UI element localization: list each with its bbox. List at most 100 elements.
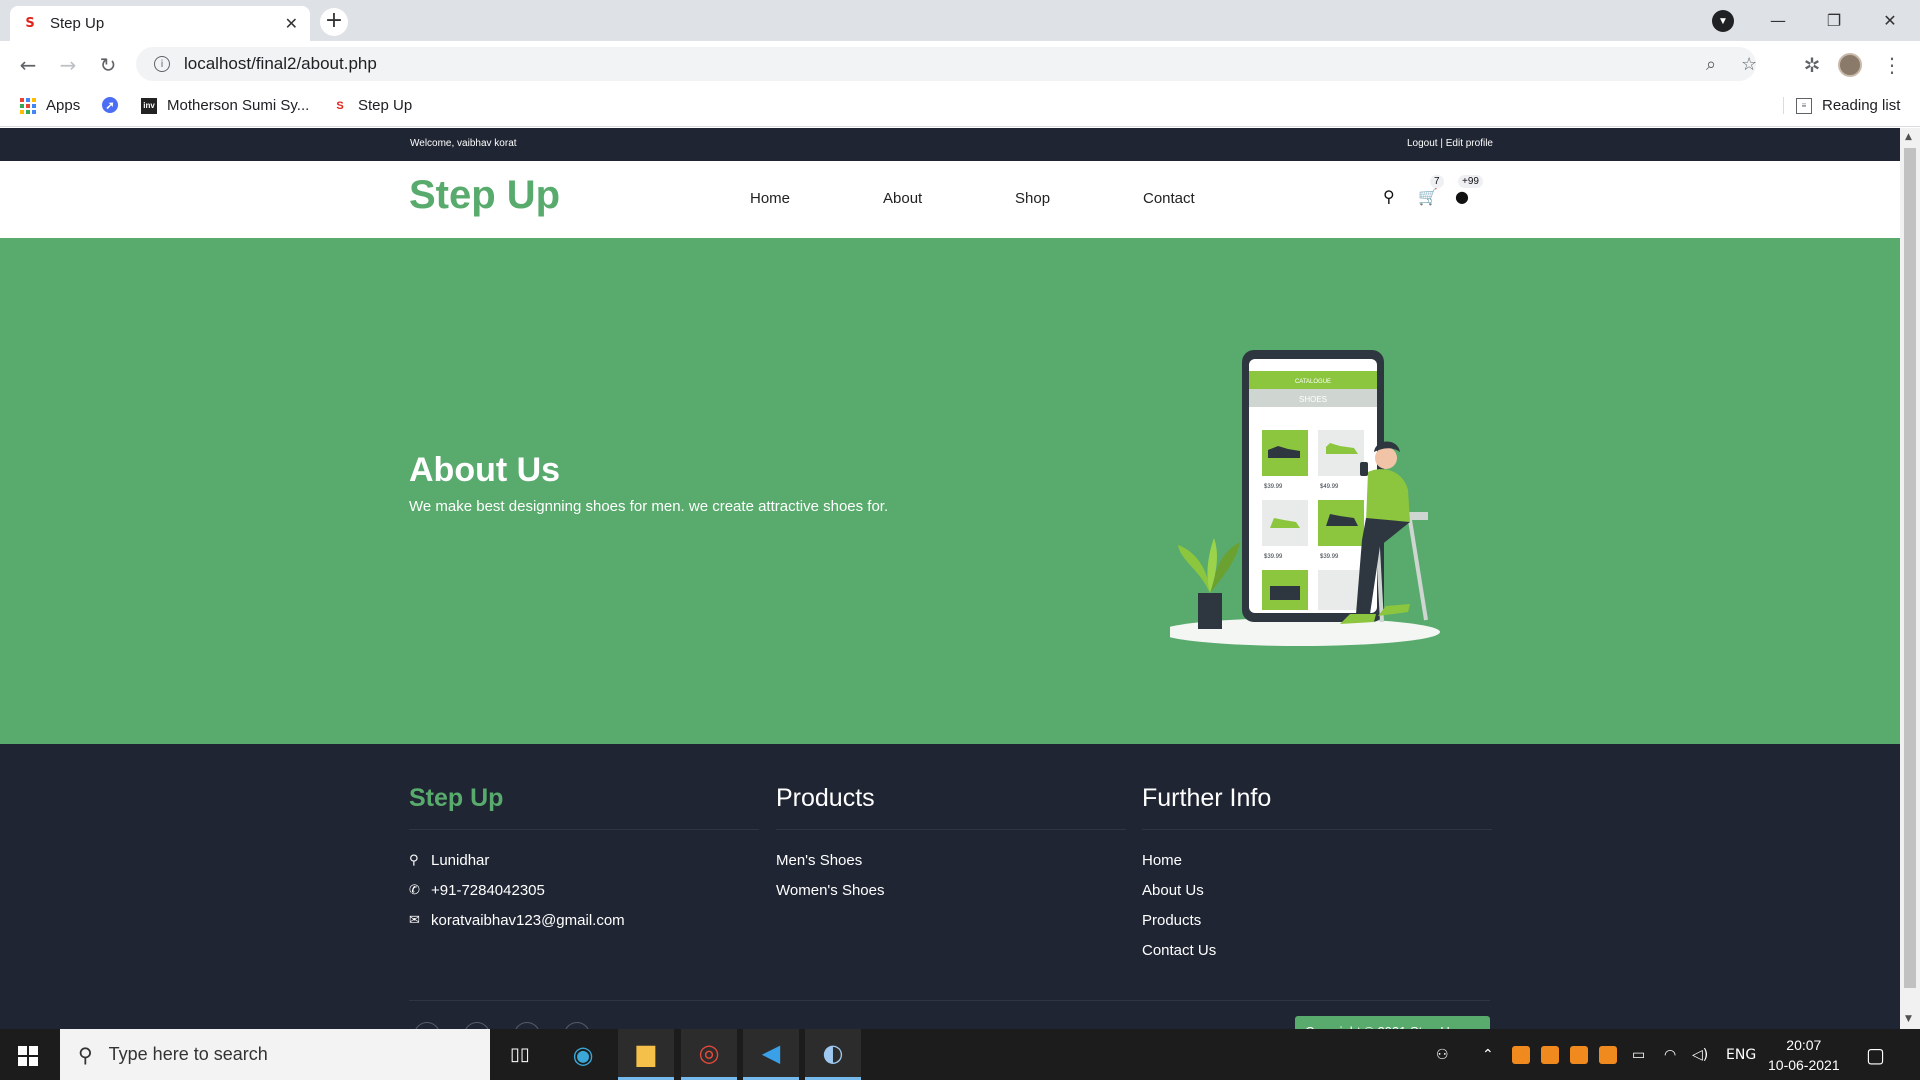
xampp-icon[interactable]	[1512, 1045, 1530, 1064]
search-icon[interactable]: ⚲	[1383, 187, 1395, 206]
windows-start-icon[interactable]	[18, 1046, 38, 1066]
site-favicon-icon: S	[22, 15, 38, 32]
browser-tabbar: S Step Up ✕ + ▼ — ❐ ✕	[0, 0, 1920, 41]
notifications-icon[interactable]: ▢	[1866, 1029, 1885, 1080]
new-tab-button[interactable]: +	[320, 8, 348, 36]
account-links[interactable]: Logout | Edit profile	[1407, 138, 1493, 149]
taskbar-clock[interactable]: 20:07 10-06-2021	[1768, 1035, 1840, 1075]
bookmark-rocket[interactable]: ➚	[102, 97, 128, 113]
paint-icon[interactable]: ◐	[805, 1029, 861, 1080]
minimize-icon[interactable]: —	[1750, 0, 1806, 41]
price-label: $39.99	[1264, 484, 1283, 490]
bookmark-label: Apps	[46, 97, 81, 114]
address-bar[interactable]: i localhost/final2/about.php ⌕ ☆	[136, 47, 1757, 81]
apps-grid-icon	[20, 97, 36, 114]
tray-expand-icon[interactable]: ⌃	[1482, 1029, 1494, 1080]
footer-email: ✉ koratvaibhav123@gmail.com	[409, 906, 759, 936]
nav-home[interactable]: Home	[750, 190, 790, 207]
browser-toolbar: ← → ↻ i localhost/final2/about.php ⌕ ☆ ✲…	[0, 41, 1920, 87]
language-indicator[interactable]: ENG	[1726, 1029, 1756, 1080]
hero-section: About Us We make best designning shoes f…	[0, 238, 1900, 744]
people-icon[interactable]: ⚇	[1436, 1029, 1449, 1080]
taskbar-search[interactable]: ⚲ Type here to search	[60, 1029, 490, 1080]
battery-icon[interactable]: ▭	[1632, 1029, 1645, 1080]
site-favicon-icon: S	[336, 99, 344, 112]
price-label: $39.99	[1320, 554, 1339, 560]
location-pin-icon: ⚲	[409, 853, 419, 868]
footer-link-mens-shoes[interactable]: Men's Shoes	[776, 846, 1126, 876]
volume-icon[interactable]: ◁)	[1692, 1029, 1708, 1080]
cart-count-badge: 7	[1430, 175, 1444, 188]
envelope-icon: ✉	[409, 913, 420, 928]
cart-icon[interactable]: 🛒	[1418, 187, 1438, 206]
nav-about[interactable]: About	[883, 190, 922, 207]
instagram-icon[interactable]: ◎	[464, 1022, 490, 1029]
reading-list[interactable]: ≡ Reading list	[1783, 97, 1900, 114]
restore-icon[interactable]: ❐	[1806, 0, 1862, 41]
rocket-icon: ➚	[102, 97, 118, 113]
site-header: Step Up Home About Shop Contact ⚲ 🛒 7 ● …	[0, 161, 1900, 238]
bookmark-motherson[interactable]: inv Motherson Sumi Sy...	[141, 97, 309, 114]
user-icon[interactable]: ●	[1455, 187, 1469, 206]
page-scrollbar[interactable]: ▲ ▼	[1900, 128, 1920, 1029]
footer-link-about[interactable]: About Us	[1142, 876, 1492, 906]
facebook-icon[interactable]: f	[414, 1022, 440, 1029]
footer-products-title: Products	[776, 784, 1126, 830]
address-text: Lunidhar	[431, 852, 490, 869]
site-footer: Step Up ⚲ Lunidhar ✆ +91-7284042305 ✉ korat…	[0, 744, 1900, 1029]
clock-date: 10-06-2021	[1768, 1057, 1840, 1073]
nav-shop[interactable]: Shop	[1015, 190, 1050, 207]
search-icon: ⚲	[78, 1042, 93, 1067]
site-logo[interactable]: Step Up	[409, 173, 560, 218]
hero-text: We make best designning shoes for men. w…	[409, 498, 889, 515]
close-window-icon[interactable]: ✕	[1862, 0, 1918, 41]
xampp-icon[interactable]	[1541, 1045, 1559, 1064]
twitter-icon[interactable]: ♦	[514, 1022, 540, 1029]
bookmark-apps[interactable]: Apps	[20, 97, 80, 114]
xampp-icon[interactable]	[1570, 1045, 1588, 1064]
browser-menu-icon[interactable]: ⋮	[1878, 51, 1906, 79]
xampp-icon[interactable]	[1599, 1045, 1617, 1064]
task-view-icon[interactable]: ▯▯	[492, 1029, 548, 1080]
footer-contact: Step Up ⚲ Lunidhar ✆ +91-7284042305 ✉ korat…	[409, 784, 759, 936]
edge-icon[interactable]: ◉	[555, 1029, 611, 1080]
clock-time: 20:07	[1786, 1037, 1822, 1053]
bookmark-stepup[interactable]: S Step Up	[332, 97, 412, 114]
reload-icon[interactable]: ↻	[94, 51, 122, 79]
chrome-icon[interactable]: ◎	[681, 1029, 737, 1080]
footer-link-home[interactable]: Home	[1142, 846, 1492, 876]
bookmarks-bar: Apps ➚ inv Motherson Sumi Sy... S Step U…	[0, 87, 1920, 127]
web-page: Welcome, vaibhav korat Logout | Edit pro…	[0, 128, 1900, 1029]
catalogue-label: CATALOGUE	[1295, 379, 1331, 385]
close-tab-icon[interactable]: ✕	[285, 14, 298, 33]
reading-list-label: Reading list	[1822, 97, 1901, 114]
site-info-icon[interactable]: i	[154, 56, 170, 72]
file-explorer-icon[interactable]: ▆	[618, 1029, 674, 1080]
wifi-icon[interactable]: ◠	[1664, 1029, 1676, 1080]
phone-text: +91-7284042305	[431, 882, 545, 899]
scroll-down-icon[interactable]: ▼	[1905, 1014, 1912, 1024]
phone-icon: ✆	[409, 883, 420, 898]
vscode-icon[interactable]: ◀	[743, 1029, 799, 1080]
extensions-icon[interactable]: ✲	[1798, 51, 1826, 79]
footer-info-title: Further Info	[1142, 784, 1492, 830]
footer-link-contact[interactable]: Contact Us	[1142, 936, 1492, 966]
tab-search-icon[interactable]: ▼	[1712, 10, 1734, 32]
footer-link-womens-shoes[interactable]: Women's Shoes	[776, 876, 1126, 906]
scroll-up-icon[interactable]: ▲	[1905, 132, 1912, 142]
scrollbar-thumb[interactable]	[1904, 148, 1916, 988]
forward-icon[interactable]: →	[54, 51, 82, 79]
linkedin-icon[interactable]: ▣	[564, 1022, 590, 1029]
user-badge: +99	[1458, 175, 1483, 188]
footer-info: Further Info Home About Us Products Cont…	[1142, 784, 1492, 966]
footer-link-products[interactable]: Products	[1142, 906, 1492, 936]
back-icon[interactable]: ←	[14, 51, 42, 79]
zoom-icon[interactable]: ⌕	[1706, 47, 1716, 81]
profile-avatar[interactable]	[1838, 53, 1862, 77]
footer-brand: Step Up	[409, 784, 759, 830]
footer-divider	[409, 1000, 1490, 1001]
bookmark-star-icon[interactable]: ☆	[1741, 47, 1757, 81]
nav-contact[interactable]: Contact	[1143, 190, 1195, 207]
browser-tab[interactable]: S Step Up ✕	[10, 6, 310, 41]
footer-phone: ✆ +91-7284042305	[409, 876, 759, 906]
